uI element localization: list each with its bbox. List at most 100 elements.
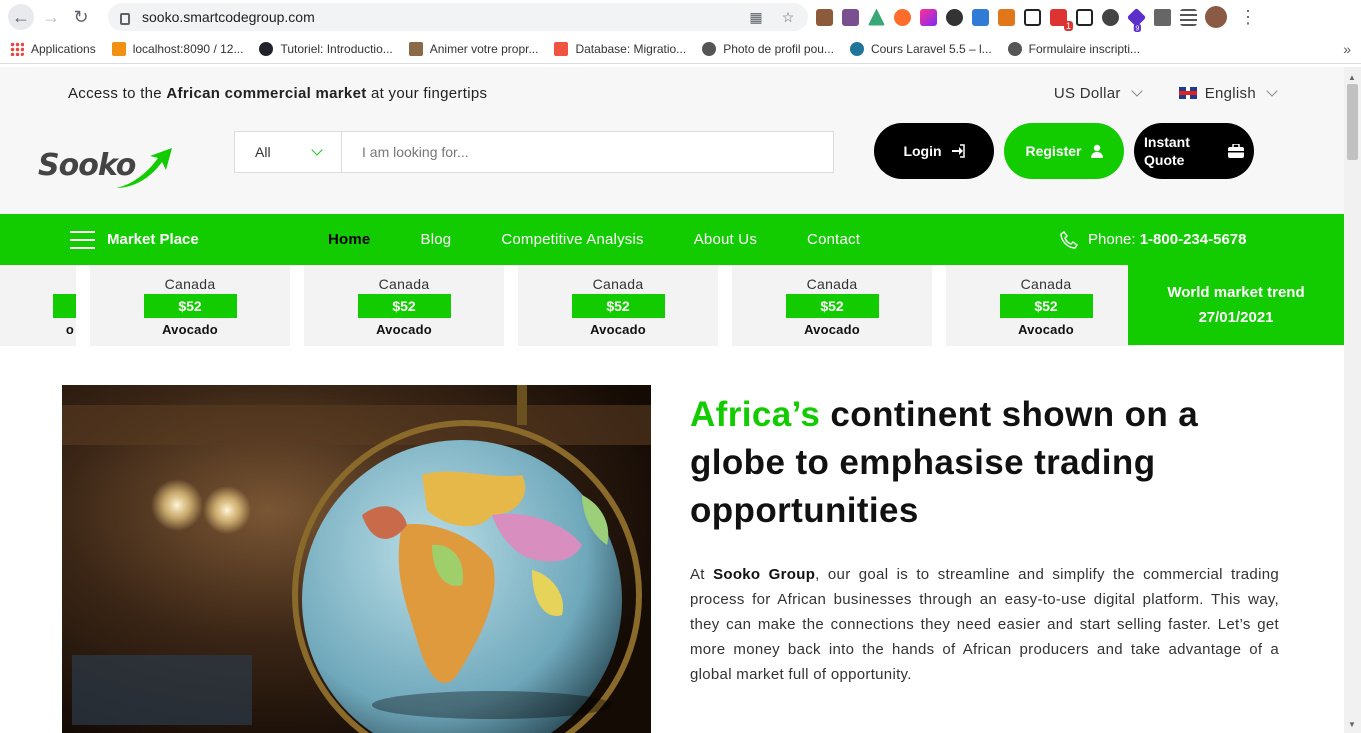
- instant-quote-button[interactable]: Instant Quote: [1134, 123, 1254, 179]
- sooko-logo[interactable]: Sooko: [38, 142, 178, 192]
- bookmark-item[interactable]: Photo de profil pou...: [702, 41, 834, 56]
- bookmark-item[interactable]: localhost:8090 / 12...: [111, 41, 244, 56]
- address-bar[interactable]: sooko.smartcodegroup.com ▦ ☆: [108, 3, 808, 31]
- ticker-country: Canada: [592, 276, 644, 292]
- nav-links: Home Blog Competitive Analysis About Us …: [328, 231, 910, 248]
- page-scrollbar[interactable]: ▲ ▼: [1344, 67, 1361, 733]
- scroll-down-arrow-icon[interactable]: ▼: [1348, 720, 1356, 729]
- chevron-down-icon: [1266, 85, 1278, 97]
- phone-icon: [1060, 230, 1078, 249]
- extension-icon[interactable]: [816, 8, 833, 26]
- bookmark-label: Photo de profil pou...: [723, 41, 834, 56]
- apps-grid-icon: [10, 41, 24, 56]
- globe-icon: [702, 41, 717, 56]
- bookmark-item[interactable]: Tutoriel: Introductio...: [259, 41, 393, 56]
- bookmark-label: Applications: [31, 41, 96, 56]
- register-button[interactable]: Register: [1004, 123, 1124, 179]
- back-button[interactable]: ←: [8, 4, 34, 30]
- playlist-icon[interactable]: [1180, 8, 1197, 26]
- bookmark-item[interactable]: Database: Migratio...: [554, 41, 687, 56]
- language-selector[interactable]: English: [1178, 85, 1278, 102]
- quote-label-line2: Quote: [1144, 152, 1185, 168]
- category-value: All: [255, 144, 271, 160]
- extension-badge: 1: [1063, 20, 1073, 31]
- trend-title: World market trend: [1167, 284, 1305, 301]
- extension-icon[interactable]: [894, 8, 911, 26]
- hero-text-prefix: At: [690, 566, 714, 583]
- reload-button[interactable]: ↻: [68, 4, 94, 30]
- profile-avatar[interactable]: [1205, 6, 1227, 28]
- ticker-country: Canada: [164, 276, 216, 292]
- ticker-card[interactable]: Canada $52 Avocado: [518, 265, 718, 346]
- user-icon: [1090, 144, 1103, 158]
- menu-icon[interactable]: ⋮: [1239, 7, 1257, 28]
- more-bookmarks-icon[interactable]: »: [1343, 41, 1351, 57]
- ticker-product: Avocado: [804, 322, 860, 337]
- ticker-card[interactable]: Canada $52 Avocado: [90, 265, 290, 346]
- extension-icon[interactable]: 1: [1050, 8, 1073, 31]
- world-market-trend-box[interactable]: World market trend 27/01/2021: [1128, 265, 1344, 345]
- nav-contact[interactable]: Contact: [807, 231, 860, 248]
- bookmark-label: Animer votre propr...: [429, 41, 539, 56]
- extension-icon[interactable]: [972, 8, 989, 26]
- ticker-card[interactable]: Canada $52 Avocado: [946, 265, 1146, 346]
- quote-label: Instant Quote: [1144, 133, 1190, 169]
- pma-icon: [111, 41, 126, 56]
- ticker-card[interactable]: Canada $52 Avocado: [304, 265, 504, 346]
- ticker-country: Canada: [1020, 276, 1072, 292]
- currency-label: US Dollar: [1053, 84, 1121, 102]
- ticker-card[interactable]: Canada $52 Avocado: [732, 265, 932, 346]
- ticker-price: $52: [571, 294, 665, 318]
- login-label: Login: [903, 143, 942, 159]
- ticker-country: Canada: [806, 276, 858, 292]
- nav-competitive-analysis[interactable]: Competitive Analysis: [501, 231, 643, 248]
- ticker-price: $52: [785, 294, 879, 318]
- phone-contact[interactable]: Phone: 1-800-234-5678: [1060, 230, 1247, 249]
- main-navbar: Market Place Home Blog Competitive Analy…: [0, 214, 1344, 265]
- search-input[interactable]: [342, 132, 833, 172]
- scroll-up-arrow-icon[interactable]: ▲: [1348, 73, 1356, 82]
- laravel-icon: [554, 41, 569, 56]
- extension-badge: 9: [1133, 23, 1141, 32]
- hero-title: Africa’s continent shown on a globe to e…: [690, 391, 1250, 535]
- nav-blog[interactable]: Blog: [420, 231, 451, 248]
- category-select[interactable]: All: [235, 132, 342, 172]
- extension-icon[interactable]: [920, 8, 937, 26]
- extension-icon[interactable]: [998, 8, 1015, 26]
- extension-icon[interactable]: [1024, 8, 1041, 26]
- hamburger-icon: [70, 230, 95, 249]
- forward-button[interactable]: →: [38, 4, 64, 30]
- browser-toolbar: ← → ↻ sooko.smartcodegroup.com ▦ ☆ 1 9 ⋮: [0, 0, 1361, 34]
- nav-home[interactable]: Home: [328, 231, 370, 248]
- extension-icon[interactable]: [1076, 8, 1093, 26]
- trend-date: 27/01/2021: [1198, 309, 1274, 326]
- bookmark-label: localhost:8090 / 12...: [132, 41, 244, 56]
- currency-selector[interactable]: US Dollar: [1053, 84, 1143, 102]
- ticker-product: Avocado: [162, 322, 218, 337]
- extension-icon[interactable]: [1102, 8, 1119, 26]
- extension-icon[interactable]: [868, 8, 885, 26]
- extension-icon[interactable]: 9: [1126, 7, 1147, 32]
- briefcase-icon: [1228, 144, 1244, 158]
- ticker-price: $52: [357, 294, 451, 318]
- bookmark-item[interactable]: Animer votre propr...: [408, 41, 539, 56]
- globe-icon: [1007, 41, 1022, 56]
- nav-about-us[interactable]: About Us: [694, 231, 757, 248]
- marketplace-menu[interactable]: Market Place: [70, 230, 199, 249]
- extension-icon[interactable]: [842, 8, 859, 26]
- phone-number: 1-800-234-5678: [1139, 231, 1247, 248]
- chevron-down-icon: [311, 144, 323, 156]
- login-button[interactable]: Login: [874, 123, 994, 179]
- puzzle-icon[interactable]: [1154, 8, 1171, 26]
- scrollbar-thumb[interactable]: [1347, 84, 1358, 160]
- star-icon[interactable]: ☆: [780, 9, 796, 25]
- bookmark-apps[interactable]: Applications: [10, 41, 96, 56]
- bookmark-label: Database: Migratio...: [575, 41, 687, 56]
- translate-icon[interactable]: ▦: [748, 9, 764, 25]
- bookmark-item[interactable]: Formulaire inscripti...: [1007, 41, 1140, 56]
- ticker-product: Avocado: [376, 322, 432, 337]
- bookmark-item[interactable]: Cours Laravel 5.5 – l...: [849, 41, 992, 56]
- ticker-card-partial[interactable]: o: [0, 265, 76, 346]
- search-bar: All: [234, 131, 834, 173]
- extension-icon[interactable]: [946, 8, 963, 26]
